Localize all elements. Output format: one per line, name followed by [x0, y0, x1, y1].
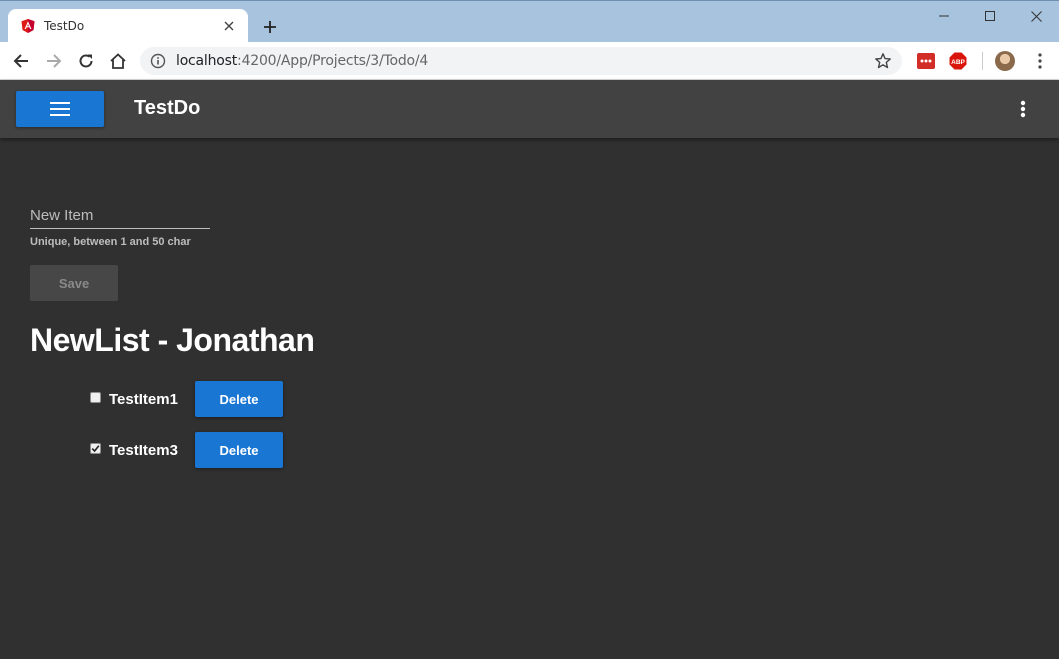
menu-button[interactable]	[16, 91, 104, 127]
minimize-icon[interactable]	[921, 1, 967, 31]
browser-menu-icon[interactable]	[1030, 51, 1050, 71]
new-tab-icon[interactable]	[258, 15, 282, 39]
todo-checkbox[interactable]	[90, 391, 101, 403]
todo-label: TestItem3	[109, 441, 178, 459]
info-icon[interactable]	[150, 53, 166, 69]
todo-item: TestItem1 Delete	[90, 381, 283, 417]
todo-item: TestItem3 Delete	[90, 432, 283, 468]
delete-button[interactable]: Delete	[195, 432, 283, 468]
browser-tab[interactable]: TestDo	[8, 9, 248, 43]
hamburger-icon	[50, 102, 70, 116]
adblock-icon[interactable]: ABP	[949, 52, 967, 70]
close-window-icon[interactable]	[1013, 1, 1059, 31]
todo-label: TestItem1	[109, 390, 178, 408]
app-title: TestDo	[134, 97, 201, 119]
tab-close-icon[interactable]	[220, 17, 238, 35]
check-icon	[91, 444, 100, 452]
url-host: localhost	[176, 53, 238, 69]
profile-avatar[interactable]	[995, 51, 1015, 71]
browser-toolbar: localhost:4200/App/Projects/3/Todo/4 ABP	[0, 42, 1059, 80]
home-icon[interactable]	[106, 49, 130, 73]
save-button[interactable]: Save	[30, 265, 118, 301]
delete-button[interactable]: Delete	[195, 381, 283, 417]
more-vert-icon[interactable]	[1012, 97, 1034, 121]
reload-icon[interactable]	[74, 49, 98, 73]
url-text: localhost:4200/App/Projects/3/Todo/4	[176, 53, 874, 69]
list-title: NewList - Jonathan	[30, 322, 315, 358]
new-item-field	[30, 203, 210, 229]
adblock-label: ABP	[951, 59, 965, 66]
lastpass-icon[interactable]	[917, 52, 935, 70]
bookmark-star-icon[interactable]	[874, 52, 892, 70]
angular-favicon-icon	[20, 18, 36, 34]
input-hint: Unique, between 1 and 50 char	[30, 236, 191, 248]
app-toolbar: TestDo	[0, 80, 1059, 138]
forward-arrow-icon[interactable]	[42, 49, 66, 73]
new-item-input[interactable]	[30, 203, 210, 228]
url-path: :4200/App/Projects/3/Todo/4	[237, 53, 429, 69]
maximize-icon[interactable]	[967, 1, 1013, 31]
back-arrow-icon[interactable]	[9, 49, 33, 73]
window-controls	[921, 1, 1059, 31]
address-bar[interactable]: localhost:4200/App/Projects/3/Todo/4	[140, 47, 902, 75]
todo-checkbox[interactable]	[90, 442, 101, 454]
browser-tab-strip: TestDo	[0, 0, 1059, 43]
toolbar-divider	[982, 52, 983, 70]
tab-title: TestDo	[44, 19, 85, 33]
